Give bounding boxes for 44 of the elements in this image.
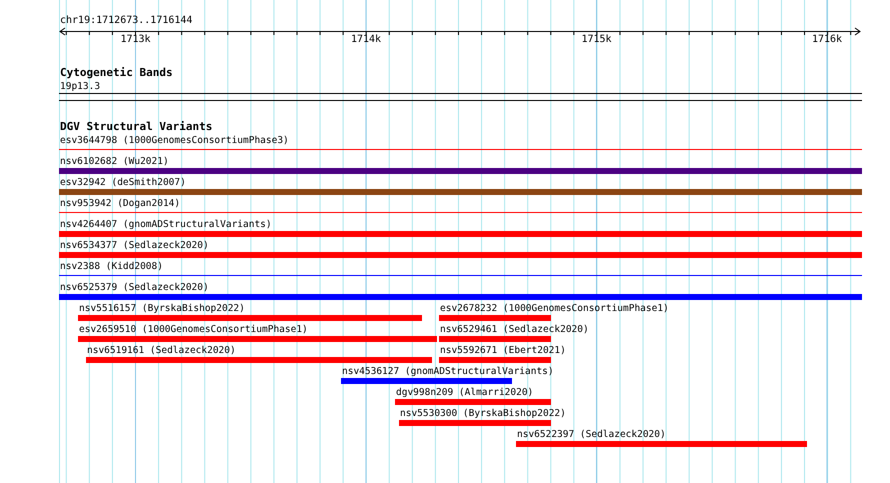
feature-label: esv32942 (deSmith2007) [60, 176, 186, 189]
feature-label: nsv6534377 (Sedlazeck2020) [60, 239, 209, 252]
feature-bar[interactable] [86, 357, 432, 363]
feature-label: nsv953942 (Dogan2014) [60, 197, 180, 210]
feature-bar[interactable] [59, 294, 862, 300]
feature-line[interactable] [59, 149, 862, 150]
feature-label: esv2659510 (1000GenomesConsortiumPhase1) [79, 323, 308, 336]
location-label: chr19:1712673..1716144 [60, 14, 192, 28]
track-title: DGV Structural Variants [60, 120, 212, 134]
feature-label: nsv6519161 (Sedlazeck2020) [87, 344, 236, 357]
feature-label: nsv5516157 (ByrskaBishop2022) [79, 302, 245, 315]
feature-line[interactable] [59, 212, 862, 213]
feature-label: nsv4264407 (gnomADStructuralVariants) [60, 218, 272, 231]
feature-bar[interactable] [439, 357, 551, 363]
tick-label: 1713k [120, 33, 151, 47]
feature-bar[interactable] [395, 399, 551, 405]
tick-label: 1714k [350, 33, 382, 47]
feature-bar[interactable] [341, 378, 512, 384]
feature-bar[interactable] [439, 315, 551, 321]
feature-bar[interactable] [78, 315, 422, 321]
track-title: Cytogenetic Bands [60, 66, 173, 80]
feature-label: nsv5592671 (Ebert2021) [440, 344, 566, 357]
tick-label: 1716k [812, 33, 842, 47]
feature-label: nsv4536127 (gnomADStructuralVariants) [342, 365, 554, 378]
feature-bar[interactable] [59, 231, 862, 237]
feature-label: nsv6522397 (Sedlazeck2020) [517, 428, 666, 441]
feature-label: dgv998n209 (Almarri2020) [396, 386, 534, 399]
feature-bar[interactable] [439, 336, 551, 342]
feature-bar[interactable] [399, 420, 551, 426]
feature-bar[interactable] [516, 441, 807, 447]
tick-label: 1715k [581, 33, 612, 47]
band-label: 19p13.3 [60, 80, 100, 93]
feature-label: esv2678232 (1000GenomesConsortiumPhase1) [440, 302, 669, 315]
feature-label: nsv6102682 (Wu2021) [60, 155, 169, 168]
feature-label: esv3644798 (1000GenomesConsortiumPhase3) [60, 134, 289, 147]
feature-label: nsv5530300 (ByrskaBishop2022) [400, 407, 566, 420]
feature-bar[interactable] [59, 189, 862, 195]
feature-label: nsv6525379 (Sedlazeck2020) [60, 281, 209, 294]
feature-label: nsv2388 (Kidd2008) [60, 260, 163, 273]
feature-bar[interactable] [59, 168, 862, 174]
feature-label: nsv6529461 (Sedlazeck2020) [440, 323, 589, 336]
feature-bar[interactable] [59, 252, 862, 258]
feature-bar[interactable] [78, 336, 437, 342]
feature-line[interactable] [59, 275, 862, 276]
